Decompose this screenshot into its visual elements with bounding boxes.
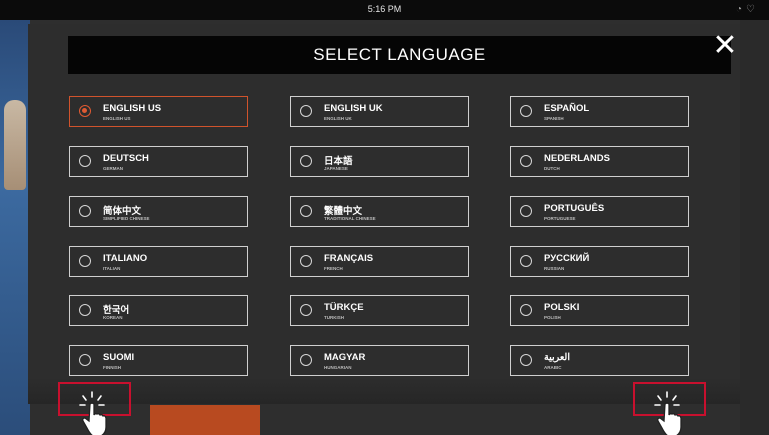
background-app-right — [740, 20, 769, 435]
language-subtitle: ITALIAN — [103, 266, 121, 271]
radio-icon — [79, 354, 91, 366]
language-subtitle: RUSSIAN — [544, 266, 565, 271]
language-subtitle: PORTUGUESE — [544, 216, 576, 221]
radio-icon — [520, 255, 532, 267]
language-option-dutch[interactable]: NEDERLANDS DUTCH — [510, 146, 689, 177]
radio-selected-icon — [79, 105, 91, 117]
tap-hint-right[interactable] — [633, 382, 706, 435]
language-subtitle: SPANISH — [544, 116, 564, 121]
language-option-finnish[interactable]: SUOMI FINNISH — [69, 345, 248, 376]
status-bar: 5:16 PM ◔♡ — [0, 0, 769, 20]
radio-icon — [79, 304, 91, 316]
radio-icon — [300, 255, 312, 267]
language-option-german[interactable]: DEUTSCH GERMAN — [69, 146, 248, 177]
language-option-simplified-chinese[interactable]: 简体中文 SIMPLIFIED CHINESE — [69, 196, 248, 227]
radio-icon — [520, 155, 532, 167]
language-subtitle: SIMPLIFIED CHINESE — [103, 216, 150, 221]
language-option-french[interactable]: FRANÇAIS FRENCH — [290, 246, 469, 277]
language-subtitle: HUNGARIAN — [324, 365, 352, 370]
language-option-arabic[interactable]: العربية ARABIC — [510, 345, 689, 376]
language-subtitle: TRADITIONAL CHINESE — [324, 216, 376, 221]
radio-icon — [300, 304, 312, 316]
radio-icon — [300, 354, 312, 366]
tap-hand-icon — [654, 391, 682, 435]
background-app-left — [0, 20, 30, 435]
language-option-portuguese[interactable]: PORTUGUÊS PORTUGUESE — [510, 196, 689, 227]
language-name: ENGLISH UK — [324, 103, 383, 114]
language-name: PORTUGUÊS — [544, 203, 605, 214]
background-person-image — [4, 100, 26, 190]
radio-icon — [300, 205, 312, 217]
language-option-russian[interactable]: РУССКИЙ RUSSIAN — [510, 246, 689, 277]
radio-icon — [79, 155, 91, 167]
dialog-title: SELECT LANGUAGE — [313, 45, 486, 64]
language-name: TÜRKÇE — [324, 302, 364, 313]
headset-icon: ◔ — [735, 4, 747, 15]
language-subtitle: ENGLISH US — [103, 116, 131, 121]
language-option-korean[interactable]: 한국어 KOREAN — [69, 295, 248, 326]
radio-dot — [82, 108, 87, 113]
language-name: ESPAÑOL — [544, 103, 590, 114]
language-option-english-us[interactable]: ENGLISH US ENGLISH US — [69, 96, 248, 127]
language-subtitle: ENGLISH UK — [324, 116, 352, 121]
status-icons: ◔♡ — [736, 4, 759, 15]
language-subtitle: KOREAN — [103, 315, 123, 320]
radio-icon — [520, 354, 532, 366]
language-name: 繁體中文 — [324, 206, 363, 217]
language-option-polish[interactable]: POLSKI POLISH — [510, 295, 689, 326]
language-name: العربية — [544, 352, 570, 363]
language-name: ITALIANO — [103, 253, 148, 264]
language-subtitle: JAPANESE — [324, 166, 348, 171]
background-app-bottom — [150, 405, 260, 435]
language-option-hungarian[interactable]: MAGYAR HUNGARIAN — [290, 345, 469, 376]
language-subtitle: ARABIC — [544, 365, 562, 370]
language-subtitle: FINNISH — [103, 365, 121, 370]
language-name: 简体中文 — [103, 206, 142, 217]
radio-icon — [520, 205, 532, 217]
language-option-spanish[interactable]: ESPAÑOL SPANISH — [510, 96, 689, 127]
language-option-traditional-chinese[interactable]: 繁體中文 TRADITIONAL CHINESE — [290, 196, 469, 227]
language-name: ENGLISH US — [103, 103, 162, 114]
language-option-turkish[interactable]: TÜRKÇE TURKISH — [290, 295, 469, 326]
shield-icon: ♡ — [746, 4, 759, 15]
radio-icon — [300, 155, 312, 167]
language-option-italian[interactable]: ITALIANO ITALIAN — [69, 246, 248, 277]
status-time: 5:16 PM — [367, 4, 402, 14]
language-name: NEDERLANDS — [544, 153, 610, 164]
language-option-japanese[interactable]: 日本語 JAPANESE — [290, 146, 469, 177]
close-icon[interactable]: ✕ — [708, 31, 742, 63]
radio-icon — [300, 105, 312, 117]
language-subtitle: TURKISH — [324, 315, 344, 320]
radio-icon — [79, 255, 91, 267]
language-option-english-uk[interactable]: ENGLISH UK ENGLISH UK — [290, 96, 469, 127]
tap-hand-icon — [79, 391, 107, 435]
radio-icon — [79, 205, 91, 217]
radio-icon — [520, 304, 532, 316]
language-name: MAGYAR — [324, 352, 366, 363]
dialog-header: SELECT LANGUAGE — [68, 36, 731, 74]
language-subtitle: DUTCH — [544, 166, 560, 171]
language-name: SUOMI — [103, 352, 135, 363]
language-dialog: SELECT LANGUAGE ✕ ENGLISH US ENGLISH US EN… — [28, 24, 740, 404]
language-subtitle: GERMAN — [103, 166, 123, 171]
language-name: РУССКИЙ — [544, 253, 590, 264]
language-subtitle: FRENCH — [324, 266, 343, 271]
language-name: FRANÇAIS — [324, 253, 374, 264]
screen: 5:16 PM ◔♡ SELECT LANGUAGE ✕ ENGLISH US E… — [0, 0, 769, 435]
language-name: POLSKI — [544, 302, 580, 313]
language-name: 한국어 — [103, 305, 130, 316]
tap-hint-left[interactable] — [58, 382, 131, 435]
language-name: 日本語 — [324, 156, 353, 167]
language-subtitle: POLISH — [544, 315, 561, 320]
language-name: DEUTSCH — [103, 153, 149, 164]
radio-icon — [520, 105, 532, 117]
